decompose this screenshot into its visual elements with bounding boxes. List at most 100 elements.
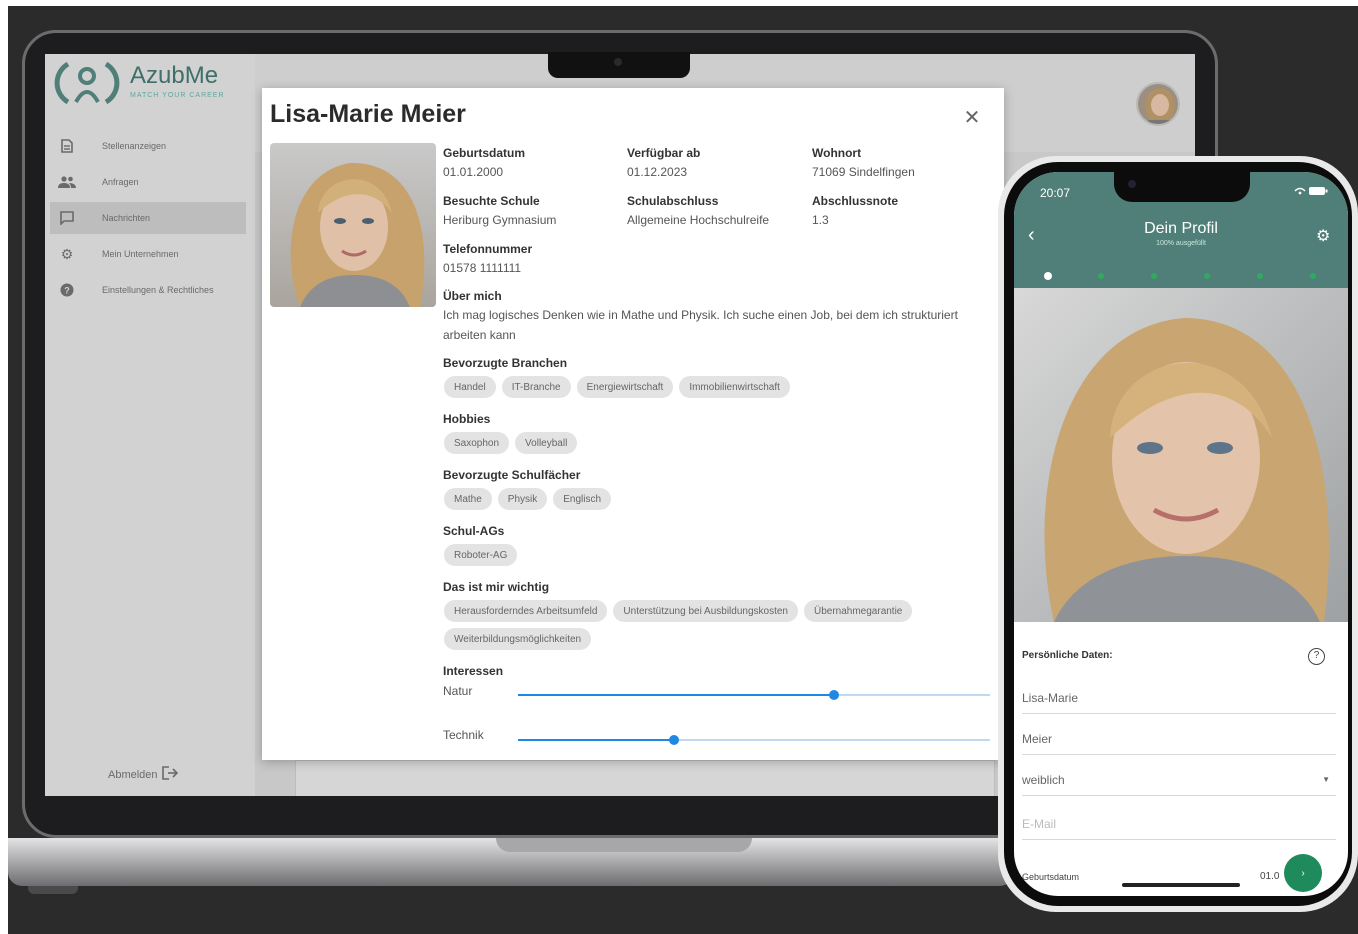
sidebar-item-label: Mein Unternehmen	[102, 249, 179, 259]
slider-technik[interactable]	[518, 735, 990, 745]
chip: Energiewirtschaft	[576, 376, 674, 398]
first-name-field[interactable]: Lisa-Marie	[1022, 682, 1336, 714]
section-label-hobbies: Hobbies	[443, 412, 491, 426]
camera-icon	[614, 58, 622, 66]
chip: Saxophon	[444, 432, 510, 454]
birthdate-label: Geburtsdatum	[1022, 872, 1080, 882]
chip: IT-Branche	[501, 376, 571, 398]
step-indicator	[1014, 264, 1348, 288]
slider-thumb[interactable]	[668, 735, 679, 745]
gender-select-value: weiblich	[1022, 772, 1065, 787]
interests-label: Interessen	[443, 664, 504, 678]
next-button[interactable]: ›	[1284, 854, 1322, 892]
field-label-schulabschluss: Schulabschluss	[627, 194, 719, 208]
status-icons	[1294, 186, 1328, 199]
field-value-telefonnummer: 01578 1111111	[443, 261, 522, 275]
laptop-base-notch	[496, 838, 752, 852]
slider-label-technik: Technik	[443, 728, 484, 742]
about-label: Über mich	[443, 289, 502, 303]
logo-mark-icon	[54, 61, 120, 105]
step-dot	[1204, 273, 1210, 279]
step-dot	[1257, 273, 1263, 279]
slider-fill	[518, 694, 835, 696]
app-background-card	[295, 760, 995, 796]
chip-row-schul-ags: Roboter-AG	[444, 544, 984, 566]
sidebar-item-label: Anfragen	[102, 177, 139, 187]
sidebar-item-anfragen[interactable]: Anfragen	[50, 166, 246, 198]
laptop-base	[8, 838, 1014, 886]
personal-data-label: Persönliche Daten:	[1022, 650, 1113, 661]
email-field[interactable]: E-Mail	[1022, 808, 1336, 840]
phone-notch	[1114, 172, 1250, 202]
sidebar-item-mein-unternehmen[interactable]: ⚙ Mein Unternehmen	[50, 238, 246, 270]
field-value-verfuegbar-ab: 01.12.2023	[627, 165, 688, 179]
step-dot	[1151, 273, 1157, 279]
chip-row-branchen: Handel IT-Branche Energiewirtschaft Immo…	[444, 376, 984, 398]
help-icon[interactable]: ?	[1308, 648, 1325, 665]
birthdate-value: 01.0	[1260, 871, 1280, 882]
sidebar-item-label: Nachrichten	[102, 213, 151, 223]
logo-tagline: MATCH YOUR CAREER	[130, 92, 225, 99]
field-value-besuchte-schule: Heriburg Gymnasium	[443, 213, 557, 227]
section-label-schulfaecher: Bevorzugte Schulfächer	[443, 468, 581, 482]
help-icon: ?	[58, 281, 76, 299]
sidebar-item-label: Stellenanzeigen	[102, 141, 167, 151]
field-label-abschlussnote: Abschlussnote	[812, 194, 899, 208]
step-dot	[1098, 273, 1104, 279]
sidebar-item-stellenanzeigen[interactable]: Stellenanzeigen	[50, 130, 246, 162]
profile-modal: Lisa-Marie Meier ✕ Geburtsdatum 01.01.20…	[262, 88, 1004, 760]
home-indicator	[1122, 883, 1240, 887]
slider-fill	[518, 739, 674, 741]
section-label-branchen: Bevorzugte Branchen	[443, 356, 568, 370]
close-icon[interactable]: ✕	[962, 108, 982, 128]
modal-title: Lisa-Marie Meier	[270, 100, 466, 128]
chip: Übernahmegarantie	[803, 600, 913, 622]
chip: Englisch	[553, 488, 612, 510]
document-icon	[58, 137, 76, 155]
logout-label: Abmelden	[108, 768, 158, 781]
app-logo[interactable]: AzubMe MATCH YOUR CAREER	[52, 58, 242, 110]
people-icon	[58, 173, 76, 191]
chip: Roboter-AG	[444, 544, 518, 566]
slider-thumb[interactable]	[829, 690, 840, 700]
gear-icon[interactable]: ⚙	[1316, 226, 1330, 246]
field-value-abschlussnote: 1.3	[812, 213, 829, 227]
phone-subtitle: 100% ausgefüllt	[1156, 240, 1206, 247]
logout-icon	[161, 766, 178, 783]
gender-select[interactable]: weiblich ▼	[1022, 764, 1336, 796]
avatar[interactable]	[1136, 82, 1180, 126]
section-label-schul-ags: Schul-AGs	[443, 524, 505, 538]
phone-title: Dein Profil	[1144, 220, 1218, 237]
chip: Weiterbildungsmöglichkeiten	[444, 628, 592, 650]
field-label-verfuegbar-ab: Verfügbar ab	[627, 146, 701, 160]
field-value-wohnort: 71069 Sindelfingen	[812, 165, 915, 179]
laptop-foot	[28, 886, 78, 894]
sidebar-item-label: Einstellungen & Rechtliches	[102, 285, 214, 295]
field-label-wohnort: Wohnort	[812, 146, 862, 160]
camera-icon	[1128, 180, 1136, 188]
phone-profile-photo	[1014, 288, 1348, 622]
chip: Physik	[497, 488, 548, 510]
chip: Mathe	[444, 488, 492, 510]
logout-button[interactable]: Abmelden	[108, 766, 178, 783]
sidebar-item-einstellungen[interactable]: ? Einstellungen & Rechtliches	[50, 274, 246, 306]
chat-icon	[58, 209, 76, 227]
status-time: 20:07	[1040, 186, 1071, 200]
chip: Immobilienwirtschaft	[679, 376, 790, 398]
last-name-field[interactable]: Meier	[1022, 723, 1336, 755]
laptop-notch	[548, 52, 690, 78]
profile-photo	[270, 143, 436, 307]
field-label-telefonnummer: Telefonnummer	[443, 242, 533, 256]
chip: Unterstützung bei Ausbildungskosten	[613, 600, 798, 622]
sidebar-item-nachrichten[interactable]: Nachrichten	[50, 202, 246, 234]
chevron-down-icon: ▼	[1322, 775, 1330, 784]
gear-icon: ⚙	[60, 245, 74, 262]
svg-text:?: ?	[64, 286, 70, 296]
slider-natur[interactable]	[518, 690, 990, 700]
chip-row-hobbies: Saxophon Volleyball	[444, 432, 984, 454]
field-label-geburtsdatum: Geburtsdatum	[443, 146, 526, 160]
chip-row-wichtig: Herausforderndes Arbeitsumfeld Unterstüt…	[444, 600, 984, 650]
stage: AzubMe MATCH YOUR CAREER Stellenanzeigen…	[0, 0, 1358, 934]
logo-text: AzubMe	[130, 62, 219, 89]
field-value-schulabschluss: Allgemeine Hochschulreife	[627, 213, 770, 227]
